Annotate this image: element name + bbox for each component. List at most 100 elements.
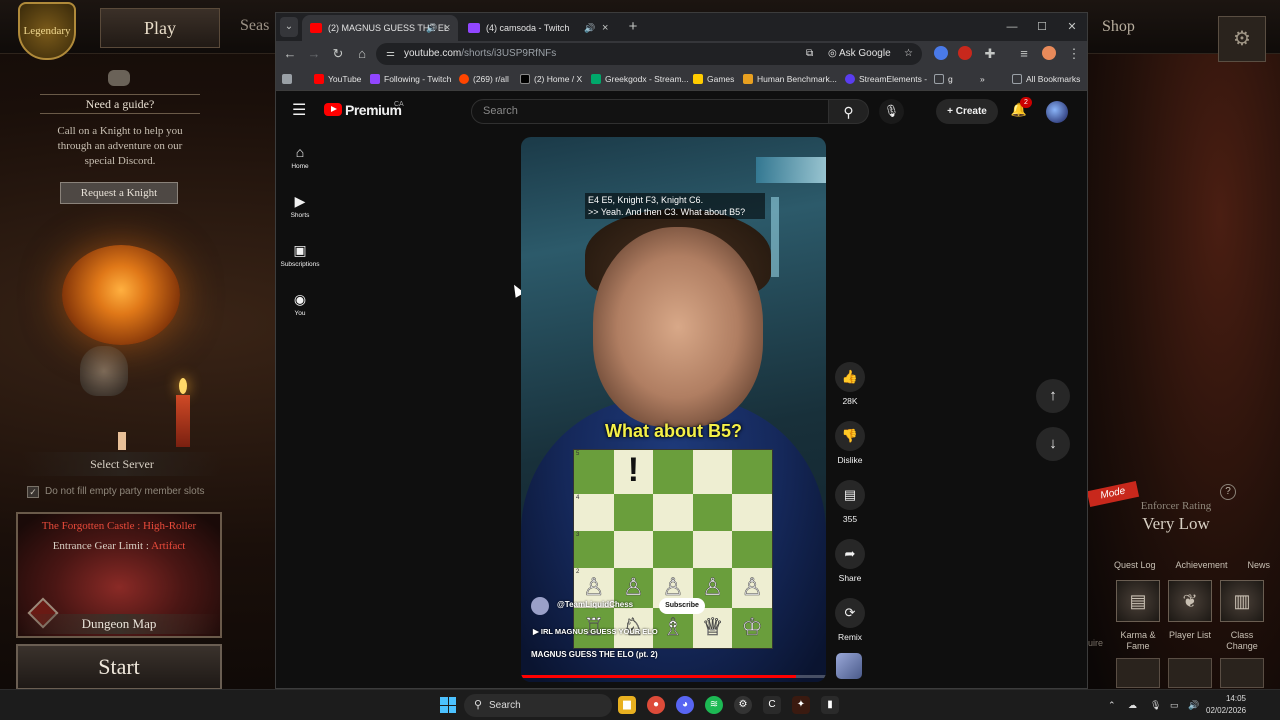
- volume-icon[interactable]: 🔊: [1188, 690, 1199, 720]
- channel-name[interactable]: @TeamLiquidChess: [557, 600, 633, 609]
- tab-quest-log[interactable]: Quest Log: [1114, 560, 1156, 574]
- chrome-icon[interactable]: ●: [647, 696, 665, 714]
- address-bar[interactable]: ⚌ youtube.com/shorts/i3USP9RfNFs ⧉ ◎ Ask…: [376, 43, 922, 65]
- start-button[interactable]: Start: [16, 644, 222, 690]
- bookmark-x[interactable]: (2) Home / X: [520, 67, 582, 91]
- speaker-icon[interactable]: 🔊: [584, 15, 595, 41]
- bookmark-youtube[interactable]: YouTube: [314, 67, 361, 91]
- select-server-button[interactable]: Select Server: [22, 452, 222, 476]
- tab-twitch[interactable]: (4) camsoda - Twitch 🔊 ×: [460, 15, 616, 41]
- tray-app-icon[interactable]: ☁: [1128, 690, 1137, 720]
- help-icon[interactable]: ?: [1220, 484, 1236, 500]
- game-app-icon[interactable]: ✦: [792, 696, 810, 714]
- like-button[interactable]: 👍 28K: [832, 362, 868, 406]
- bottom-slot-button[interactable]: [1116, 658, 1160, 688]
- book-icon[interactable]: ▤: [1116, 580, 1160, 622]
- previous-short-button[interactable]: ↑: [1036, 379, 1070, 413]
- party-checkbox[interactable]: ✓: [27, 486, 39, 498]
- search-icon[interactable]: ⚲: [829, 99, 869, 124]
- short-title[interactable]: MAGNUS GUESS THE ELO (pt. 2): [531, 650, 658, 659]
- app-icon[interactable]: C: [763, 696, 781, 714]
- dislike-button[interactable]: 👎 Dislike: [832, 421, 868, 465]
- season-tab[interactable]: Seas: [240, 17, 269, 35]
- laurel-icon[interactable]: ❦: [1168, 580, 1212, 622]
- video-progress-bar[interactable]: [521, 675, 826, 678]
- bookmark-human-benchmark[interactable]: Human Benchmark...: [743, 67, 837, 91]
- channel-avatar[interactable]: [531, 597, 549, 615]
- tab-youtube[interactable]: (2) MAGNUS GUESS THE EL 🔊 ×: [302, 15, 458, 41]
- microphone-tray-icon[interactable]: 🎙: [1150, 690, 1161, 720]
- minimize-button[interactable]: —: [999, 17, 1025, 37]
- sound-thumbnail[interactable]: [836, 653, 862, 679]
- media-control-icon[interactable]: ≡: [1014, 44, 1034, 64]
- close-window-button[interactable]: ✕: [1059, 17, 1085, 37]
- tray-expand-icon[interactable]: ⌃: [1108, 690, 1116, 720]
- bookmark-star-icon[interactable]: ☆: [904, 43, 913, 65]
- bookmark-folder-g[interactable]: g: [934, 67, 953, 91]
- forward-button[interactable]: →: [304, 44, 324, 64]
- close-tab-icon[interactable]: ×: [444, 15, 450, 41]
- taskbar-search[interactable]: ⚲ Search: [464, 694, 612, 717]
- sidebar-item-home[interactable]: ⌂ Home: [278, 143, 322, 170]
- dungeon-card[interactable]: The Forgotten Castle : High-Roller Entra…: [16, 512, 222, 638]
- bottom-slot-button[interactable]: [1220, 658, 1264, 688]
- apps-grid-icon[interactable]: [282, 67, 296, 91]
- microphone-icon[interactable]: 🎙: [879, 99, 904, 124]
- reload-button[interactable]: ↻: [328, 44, 348, 64]
- play-button[interactable]: Play: [100, 8, 220, 48]
- profile-avatar[interactable]: [1042, 46, 1056, 60]
- hamburger-menu-icon[interactable]: ☰: [292, 103, 308, 119]
- scroll-icon[interactable]: ▥: [1220, 580, 1264, 622]
- next-short-button[interactable]: ↓: [1036, 427, 1070, 461]
- maximize-button[interactable]: ☐: [1029, 17, 1055, 37]
- home-button[interactable]: ⌂: [352, 44, 372, 64]
- dungeon-map-button[interactable]: Dungeon Map: [18, 614, 220, 634]
- tab-search-dropdown[interactable]: ⌄: [280, 17, 298, 37]
- youtube-logo-icon[interactable]: [324, 103, 342, 116]
- sidebar-item-subscriptions[interactable]: ▣ Subscriptions: [278, 241, 322, 268]
- youtube-premium-label[interactable]: Premium: [345, 102, 402, 118]
- spotify-icon[interactable]: ≋: [705, 696, 723, 714]
- avatar[interactable]: [1046, 101, 1068, 123]
- bookmark-greekgodx[interactable]: Greekgodx - Stream...: [591, 67, 689, 91]
- tab-achievement[interactable]: Achievement: [1175, 560, 1227, 574]
- subscribe-button[interactable]: Subscribe: [659, 598, 705, 614]
- map-icon[interactable]: ⚙: [1218, 16, 1266, 62]
- share-button[interactable]: ➦ Share: [832, 539, 868, 583]
- adblock-icon[interactable]: [958, 46, 972, 60]
- taskbar-clock[interactable]: 14:05 02/02/2026: [1206, 693, 1246, 717]
- app-icon[interactable]: ▮: [821, 696, 839, 714]
- cast-icon[interactable]: ⧉: [806, 43, 813, 65]
- all-bookmarks-folder[interactable]: All Bookmarks: [1012, 67, 1080, 91]
- more-bookmarks-button[interactable]: »: [980, 67, 985, 91]
- sidebar-item-you[interactable]: ◉ You: [278, 290, 322, 317]
- new-tab-button[interactable]: +: [623, 17, 643, 37]
- short-video-player[interactable]: E4 E5, Knight F3, Knight C6. >> Yeah. An…: [521, 137, 826, 682]
- discord-icon[interactable]: ◕: [676, 696, 694, 714]
- bottom-slot-button[interactable]: [1168, 658, 1212, 688]
- remix-button[interactable]: ⟳ Remix: [832, 598, 868, 642]
- file-explorer-icon[interactable]: ▆: [618, 696, 636, 714]
- close-tab-icon[interactable]: ×: [602, 15, 608, 41]
- chrome-menu-icon[interactable]: ⋮: [1064, 44, 1084, 64]
- bookmark-streamelements[interactable]: StreamElements -: [845, 67, 927, 91]
- shop-tab[interactable]: Shop: [1102, 18, 1135, 36]
- sidebar-item-shorts[interactable]: ▶ Shorts: [278, 192, 322, 219]
- tab-news[interactable]: News: [1247, 560, 1270, 574]
- request-knight-button[interactable]: Request a Knight: [60, 182, 178, 204]
- bookmark-reddit[interactable]: (269) r/all: [459, 67, 509, 91]
- network-icon[interactable]: ▭: [1170, 690, 1179, 720]
- comments-button[interactable]: ▤ 355: [832, 480, 868, 524]
- steam-icon[interactable]: ⚙: [734, 696, 752, 714]
- back-button[interactable]: ←: [280, 44, 300, 64]
- bookmark-twitch[interactable]: Following - Twitch: [370, 67, 451, 91]
- speaker-icon[interactable]: 🔊: [426, 15, 437, 41]
- extension-icon[interactable]: [934, 46, 948, 60]
- extensions-puzzle-icon[interactable]: ✚: [980, 44, 1000, 64]
- search-input[interactable]: Search: [471, 99, 829, 124]
- ask-google-button[interactable]: ◎ Ask Google: [828, 43, 891, 65]
- create-button[interactable]: + Create: [936, 99, 998, 124]
- music-label[interactable]: ▶ IRL MAGNUS GUESS YOUR ELO: [533, 627, 658, 636]
- windows-start-icon[interactable]: [440, 697, 456, 713]
- site-info-icon[interactable]: ⚌: [386, 43, 395, 65]
